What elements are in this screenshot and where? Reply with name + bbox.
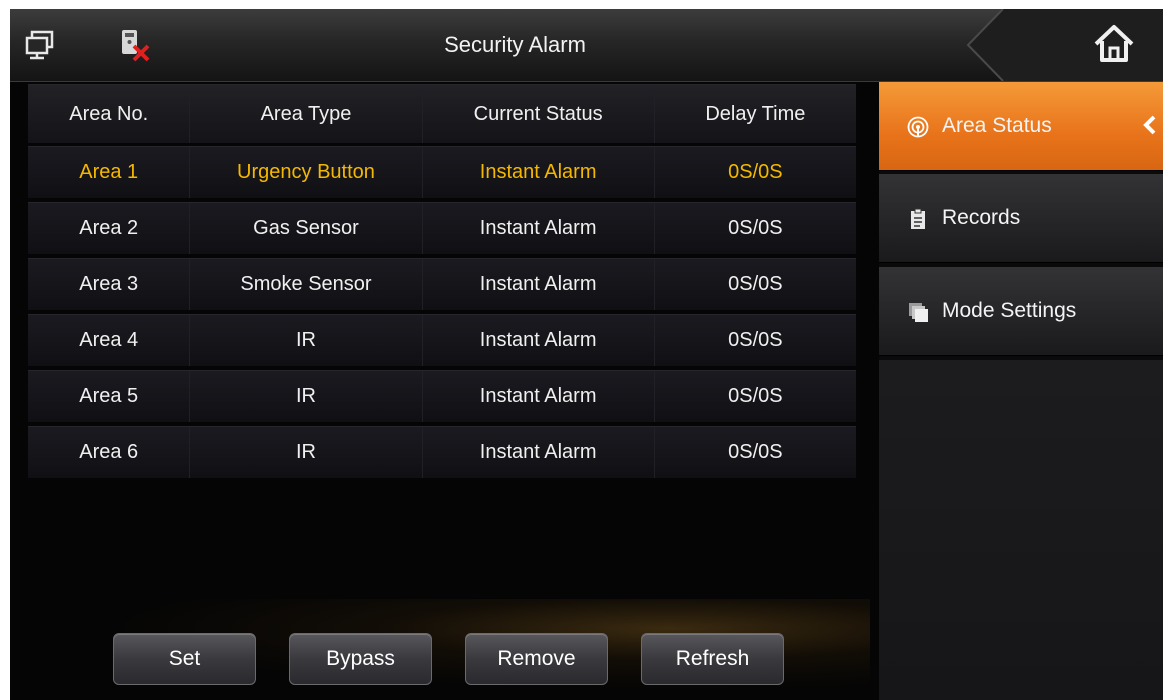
sidebar-item-area-status[interactable]: Area Status (879, 82, 1163, 171)
home-icon[interactable] (1091, 22, 1137, 66)
cell-delay: 0S/0S (728, 329, 783, 351)
sidebar-item-label: Mode Settings (942, 299, 1077, 322)
table-row[interactable]: Area 2 Gas Sensor Instant Alarm 0S/0S (28, 202, 856, 254)
cell-status: Instant Alarm (423, 259, 655, 310)
header-area-type: Area Type (190, 85, 423, 143)
set-button[interactable]: Set (113, 633, 256, 685)
home-area (963, 9, 1163, 81)
cell-delay: 0S/0S (728, 385, 783, 407)
table-row[interactable]: Area 4 IR Instant Alarm 0S/0S (28, 314, 856, 366)
cell-delay: 0S/0S (728, 441, 783, 463)
sidebar-item-label: Area Status (942, 114, 1052, 137)
table-row[interactable]: Area 3 Smoke Sensor Instant Alarm 0S/0S (28, 258, 856, 310)
cell-delay: 0S/0S (728, 217, 783, 239)
cell-type: IR (190, 315, 423, 366)
table-row[interactable]: Area 5 IR Instant Alarm 0S/0S (28, 370, 856, 422)
cell-status: Instant Alarm (423, 315, 655, 366)
cell-type: Urgency Button (190, 147, 423, 198)
mode-settings-icon (909, 303, 928, 322)
table-row[interactable]: Area 6 IR Instant Alarm 0S/0S (28, 426, 856, 478)
page-title: Security Alarm (444, 32, 586, 57)
cell-status: Instant Alarm (423, 427, 655, 478)
area-status-table: Area No. Area Type Current Status Delay … (28, 84, 856, 482)
area-status-icon (907, 116, 929, 138)
header-delay-time: Delay Time (705, 102, 806, 125)
table-row[interactable]: Area 1 Urgency Button Instant Alarm 0S/0… (28, 146, 856, 198)
header-current-status: Current Status (423, 85, 655, 143)
cell-area: Area 2 (28, 203, 191, 254)
cell-type: IR (190, 427, 423, 478)
sidebar-empty-area (879, 360, 1163, 700)
cell-area: Area 3 (28, 259, 191, 310)
bypass-button[interactable]: Bypass (289, 633, 432, 685)
cell-delay: 0S/0S (728, 273, 783, 295)
cell-type: IR (190, 371, 423, 422)
action-button-bar: Set Bypass Remove Refresh (10, 599, 870, 700)
refresh-button[interactable]: Refresh (641, 633, 784, 685)
sidebar-item-records[interactable]: Records (879, 174, 1163, 263)
cell-area: Area 4 (28, 315, 191, 366)
cell-status: Instant Alarm (423, 203, 655, 254)
cell-type: Smoke Sensor (190, 259, 423, 310)
title-bar: Security Alarm (10, 9, 1163, 82)
table-header: Area No. Area Type Current Status Delay … (28, 84, 856, 143)
remove-button[interactable]: Remove (465, 633, 608, 685)
cell-status: Instant Alarm (423, 371, 655, 422)
sidebar-item-mode-settings[interactable]: Mode Settings (879, 267, 1163, 356)
clipboard-icon (911, 208, 925, 229)
cell-area: Area 1 (28, 147, 191, 198)
cell-area: Area 6 (28, 427, 191, 478)
cell-status: Instant Alarm (423, 147, 655, 198)
chevron-left-icon (1143, 115, 1156, 135)
cell-area: Area 5 (28, 371, 191, 422)
cell-type: Gas Sensor (190, 203, 423, 254)
cell-delay: 0S/0S (728, 161, 783, 183)
sidebar: Area Status Records Mode Settings (879, 82, 1163, 700)
header-area-no: Area No. (28, 85, 191, 143)
sidebar-item-label: Records (942, 206, 1021, 229)
security-alarm-screen: Security Alarm Area No. Area Type Curren… (10, 9, 1163, 700)
